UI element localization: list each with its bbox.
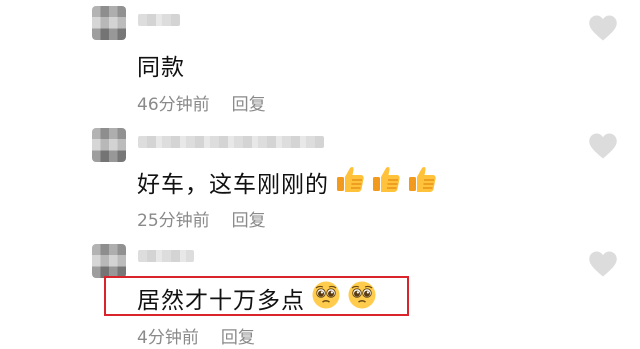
- avatar[interactable]: [92, 244, 126, 278]
- comment-time: 4分钟前: [137, 328, 199, 348]
- thumbs-up-icon: [371, 164, 401, 200]
- comment-time: 25分钟前: [137, 211, 210, 231]
- pleading-face-icon: [311, 280, 341, 316]
- comment-text: 好车，这车刚刚的: [137, 164, 437, 200]
- comment-text: 居然才十万多点: [137, 280, 377, 316]
- comment-text-content: 同款: [137, 55, 185, 81]
- reply-button[interactable]: 回复: [232, 95, 266, 115]
- comment-text-content: 居然才十万多点: [137, 288, 305, 314]
- comment-text: 同款: [137, 48, 185, 82]
- comment-meta: 25分钟前 回复: [137, 206, 266, 231]
- username-blurred[interactable]: [138, 14, 180, 26]
- like-heart-icon[interactable]: [588, 14, 618, 42]
- comment-meta: 46分钟前 回复: [137, 90, 266, 115]
- pleading-face-icon: [347, 280, 377, 316]
- reply-button[interactable]: 回复: [221, 328, 255, 348]
- like-heart-icon[interactable]: [588, 132, 618, 160]
- thumbs-up-icon: [407, 164, 437, 200]
- thumbs-up-icon: [335, 164, 365, 200]
- username-blurred[interactable]: [138, 136, 324, 148]
- username-blurred[interactable]: [138, 250, 194, 262]
- avatar[interactable]: [92, 128, 126, 162]
- like-heart-icon[interactable]: [588, 250, 618, 278]
- comment-time: 46分钟前: [137, 95, 210, 115]
- comment-text-content: 好车，这车刚刚的: [137, 172, 329, 198]
- reply-button[interactable]: 回复: [232, 211, 266, 231]
- comment-meta: 4分钟前 回复: [137, 323, 255, 348]
- avatar[interactable]: [92, 6, 126, 40]
